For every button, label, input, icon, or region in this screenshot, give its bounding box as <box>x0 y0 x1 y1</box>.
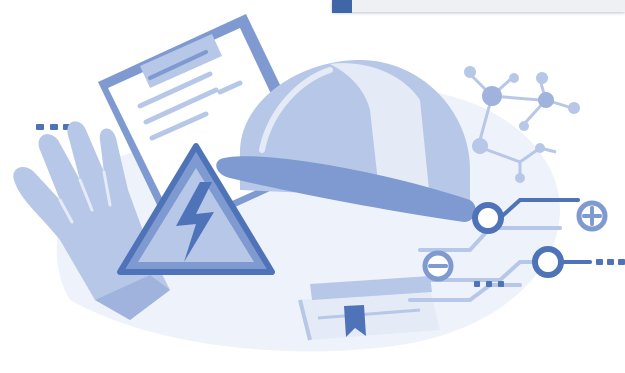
ellipsis-icon <box>36 124 71 130</box>
electrical-safety-illustration <box>13 14 625 352</box>
minus-icon <box>422 250 454 282</box>
illustration-canvas <box>0 0 625 373</box>
book-icon <box>298 276 440 341</box>
plus-icon <box>576 200 608 232</box>
